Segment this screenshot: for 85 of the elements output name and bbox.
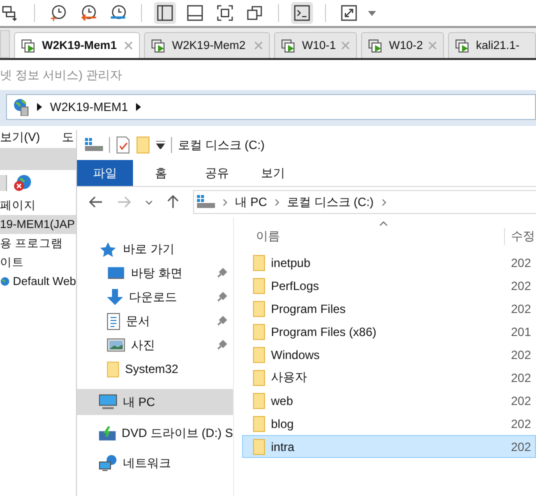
vm-tab[interactable]: W2K19-Mem1 — [14, 32, 140, 58]
tree-item[interactable]: 이트 — [0, 253, 76, 272]
computer-icon — [99, 394, 117, 410]
properties-icon[interactable] — [116, 136, 130, 154]
sort-caret-icon — [379, 221, 388, 226]
globe-icon — [0, 275, 10, 288]
file-row[interactable]: Windows 202 — [242, 343, 536, 366]
nav-item[interactable]: 문서 — [77, 309, 233, 333]
up-icon[interactable] — [167, 195, 179, 209]
nav-item[interactable]: 다운로드 — [77, 285, 233, 309]
tree-item[interactable]: Default Web — [0, 272, 76, 291]
vm-icon — [368, 38, 384, 52]
folder-icon — [253, 254, 265, 270]
download-arrow-icon — [107, 289, 123, 305]
ribbon-tab[interactable]: 파일 — [77, 160, 133, 186]
address-bar[interactable]: W2K19-MEM1 — [6, 94, 536, 120]
dvd-drive-icon — [99, 426, 116, 440]
folder-icon — [107, 360, 119, 378]
vm-icon — [21, 38, 37, 52]
pin-icon[interactable] — [217, 268, 227, 278]
document-icon — [107, 312, 120, 330]
dropdown-icon[interactable] — [156, 141, 165, 149]
folder-icon — [253, 438, 265, 454]
file-row[interactable]: inetpub 202 — [242, 251, 536, 274]
file-row[interactable]: Program Files 202 — [242, 297, 536, 320]
chevron-right-icon[interactable] — [136, 103, 142, 111]
back-icon[interactable] — [89, 196, 103, 208]
column-header[interactable]: 수정 — [504, 228, 535, 245]
file-row[interactable]: intra 202 — [242, 435, 536, 458]
stop-globe-icon[interactable] — [13, 174, 33, 192]
vm-tab[interactable]: kali21.1- — [448, 32, 536, 58]
file-row[interactable]: Program Files (x86) 201 — [242, 320, 536, 343]
folder-icon — [253, 300, 265, 316]
ribbon-tab[interactable]: 보기 — [245, 160, 301, 186]
vm-tab[interactable]: W2K19-Mem2 — [144, 32, 270, 58]
nav-item[interactable]: 네트워크 — [77, 451, 233, 475]
ribbon-tab[interactable]: 공유 — [189, 160, 245, 186]
toolbar-button[interactable] — [154, 2, 176, 24]
drive-icon — [197, 195, 215, 209]
folder-icon — [253, 324, 265, 340]
vm-tab[interactable]: W10-2 — [361, 32, 444, 58]
folder-icon — [253, 346, 265, 362]
folder-icon — [253, 278, 265, 294]
chevron-down-icon[interactable] — [145, 200, 153, 204]
file-row[interactable]: 사용자 202 — [242, 366, 536, 389]
chevron-right-icon[interactable] — [37, 103, 42, 111]
nav-item[interactable]: DVD 드라이브 (D:) S — [77, 421, 233, 445]
vm-icon — [455, 38, 471, 52]
window-title: 넷 정보 서비스) 관리자 — [0, 66, 122, 84]
drive-icon — [85, 138, 103, 152]
nav-item[interactable]: 내 PC — [77, 389, 233, 415]
toolbar-button[interactable] — [214, 2, 236, 24]
network-icon — [99, 455, 117, 471]
pin-icon[interactable] — [217, 340, 227, 350]
caret-icon[interactable] — [368, 10, 376, 16]
server-globe-icon — [13, 98, 29, 116]
ribbon-tab[interactable]: 홈 — [133, 160, 189, 186]
window-title: 로컬 디스크 (C:) — [178, 136, 265, 154]
menu-item[interactable]: 보기(V) — [0, 128, 40, 146]
column-header[interactable]: 이름 — [256, 228, 280, 245]
menu-item[interactable]: 도 — [62, 128, 74, 146]
pin-icon[interactable] — [217, 292, 227, 302]
nav-item[interactable]: System32 — [77, 357, 233, 381]
folder-icon — [253, 416, 265, 432]
tree-item[interactable]: 19-MEM1(JAP — [0, 215, 76, 234]
desktop-icon — [107, 266, 125, 280]
toolbar-button[interactable] — [291, 2, 313, 24]
folder-icon — [253, 370, 265, 386]
star-icon — [99, 240, 117, 258]
toolbar-button[interactable] — [338, 2, 360, 24]
photo-icon — [107, 338, 125, 352]
tree-item[interactable]: 용 프로그램 — [0, 234, 76, 253]
vm-tab[interactable]: W10-1 — [274, 32, 357, 58]
nav-item[interactable]: 사진 — [77, 333, 233, 357]
file-row[interactable]: PerfLogs 202 — [242, 274, 536, 297]
nav-item[interactable]: 바탕 화면 — [77, 261, 233, 285]
pin-icon[interactable] — [217, 316, 227, 326]
nav-item[interactable]: 바로 가기 — [77, 237, 233, 261]
file-row[interactable]: web 202 — [242, 389, 536, 412]
folder-icon — [253, 392, 265, 408]
file-row[interactable]: blog 202 — [242, 412, 536, 435]
tree-item[interactable]: 페이지 — [0, 196, 76, 215]
toolbar-button[interactable] — [184, 2, 206, 24]
vm-icon — [281, 38, 297, 52]
vm-icon — [151, 38, 167, 52]
